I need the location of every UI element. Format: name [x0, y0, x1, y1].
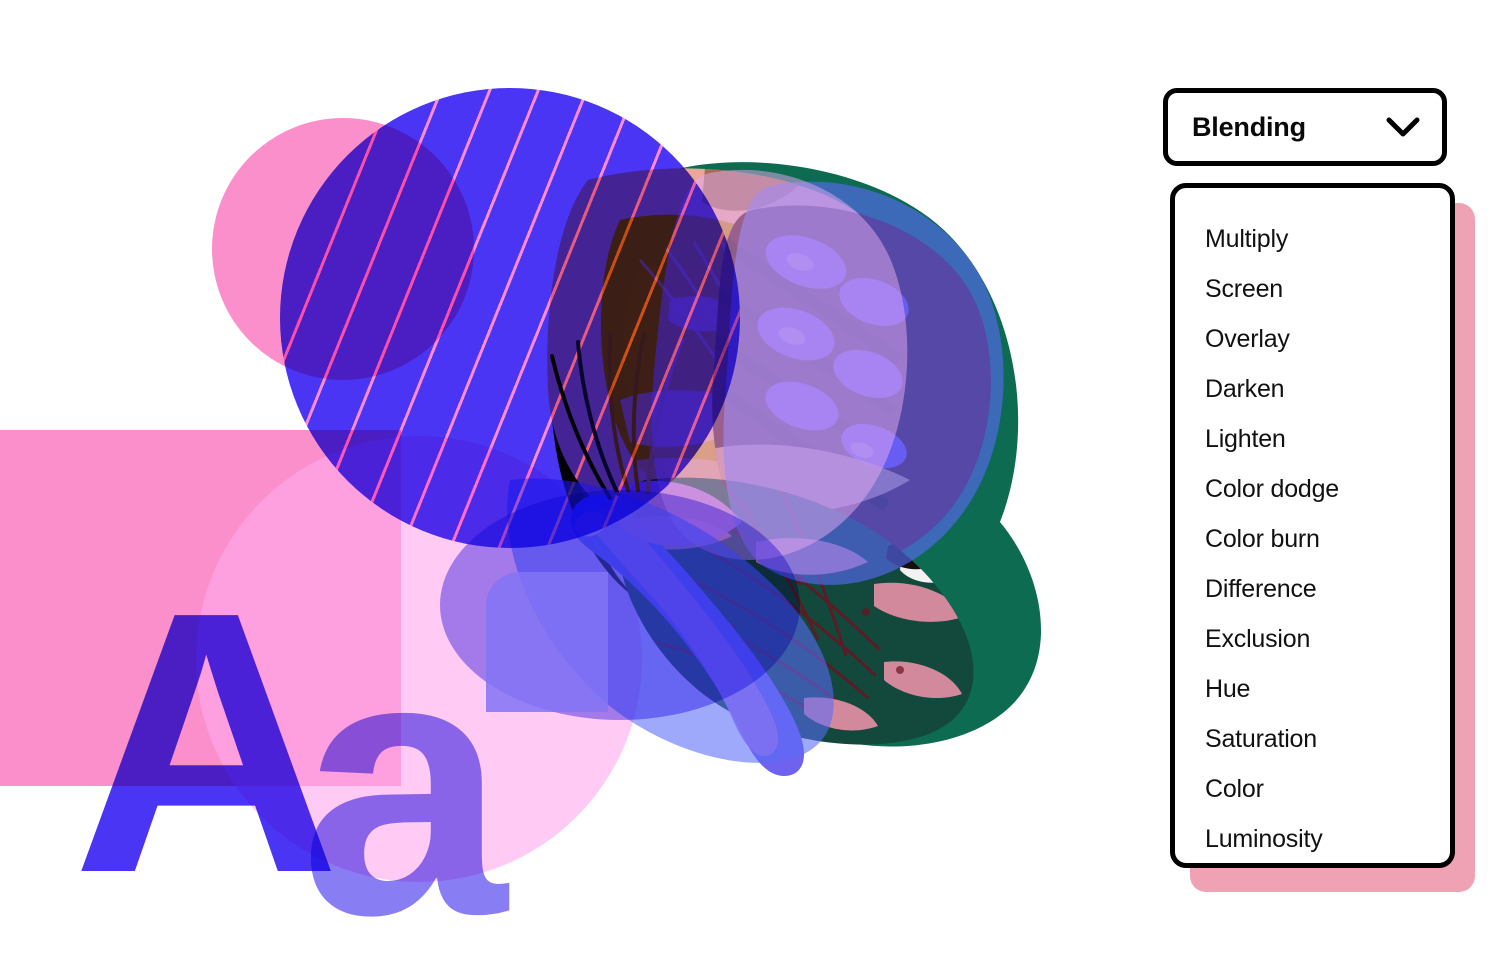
list-item-hue[interactable]: Hue: [1175, 664, 1450, 714]
list-item-exclusion[interactable]: Exclusion: [1175, 614, 1450, 664]
list-item-color-dodge[interactable]: Color dodge: [1175, 464, 1450, 514]
blue-circle-striped: [280, 88, 740, 548]
chevron-down-icon: [1386, 116, 1420, 138]
blending-dropdown-button[interactable]: Blending: [1163, 88, 1447, 166]
list-item-screen[interactable]: Screen: [1175, 264, 1450, 314]
blending-dropdown-list[interactable]: Multiply Screen Overlay Darken Lighten C…: [1170, 183, 1455, 868]
list-item-color-burn[interactable]: Color burn: [1175, 514, 1450, 564]
typography-lowercase-a: a: [300, 576, 507, 980]
list-item-lighten[interactable]: Lighten: [1175, 414, 1450, 464]
list-item-overlay[interactable]: Overlay: [1175, 314, 1450, 364]
list-item-difference[interactable]: Difference: [1175, 564, 1450, 614]
list-item-multiply[interactable]: Multiply: [1175, 214, 1450, 264]
list-item-color[interactable]: Color: [1175, 764, 1450, 814]
blending-dropdown-label: Blending: [1192, 111, 1306, 142]
list-item-luminosity[interactable]: Luminosity: [1175, 814, 1450, 864]
list-item-saturation[interactable]: Saturation: [1175, 714, 1450, 764]
list-item-darken[interactable]: Darken: [1175, 364, 1450, 414]
